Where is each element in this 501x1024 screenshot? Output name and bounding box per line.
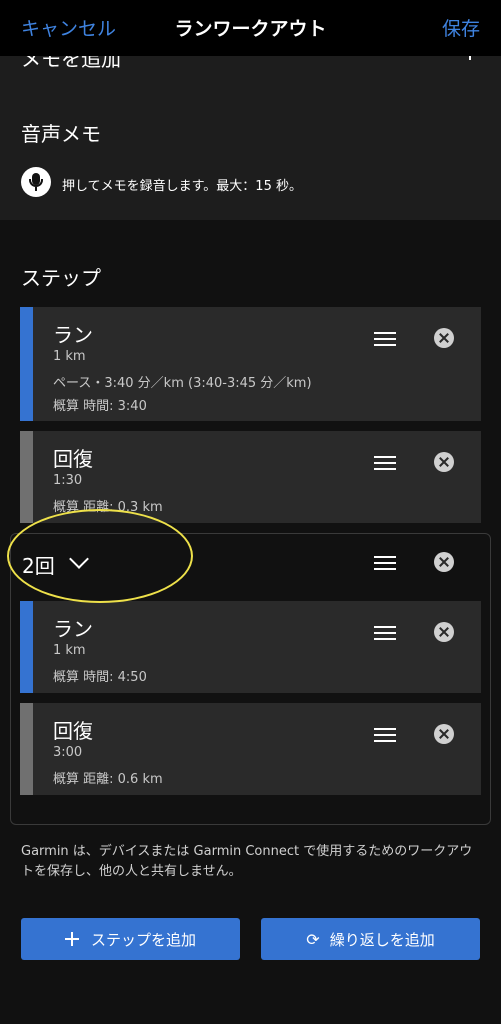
step-estimate: 概算 距離: 0.3 km (53, 500, 163, 515)
step-estimate: 概算 時間: 4:50 (53, 670, 147, 685)
add-step-button[interactable]: ステップを追加 (21, 918, 240, 960)
step-name: 回復 (53, 447, 93, 471)
remove-step-icon[interactable] (434, 328, 454, 348)
step-color-bar (20, 601, 33, 693)
step-estimate: 概算 距離: 0.6 km (53, 772, 163, 787)
save-button[interactable]: 保存 (442, 14, 480, 41)
step-color-bar (20, 307, 33, 421)
plus-icon (64, 932, 79, 946)
repeat-count-label[interactable]: 2回 (22, 550, 55, 579)
repeat-step-card-recovery[interactable]: 回復 3:00 概算 距離: 0.6 km (20, 703, 481, 795)
repeat-drag-handle-icon[interactable] (374, 556, 396, 570)
step-name: 回復 (53, 719, 93, 743)
step-pace: ペース・3:40 分／km (3:40-3:45 分／km) (53, 376, 312, 391)
drag-handle-icon[interactable] (374, 626, 396, 640)
drag-handle-icon[interactable] (374, 728, 396, 742)
add-memo-plus-icon[interactable] (459, 56, 481, 72)
add-repeat-button[interactable]: ⟳ 繰り返しを追加 (261, 918, 480, 960)
step-color-bar (20, 431, 33, 523)
privacy-disclaimer: Garmin は、デバイスまたは Garmin Connect で使用するための… (21, 844, 473, 879)
memo-section: メモを追加 音声メモ 押してメモを録音します。最大：15 秒。 (0, 56, 501, 220)
remove-step-icon[interactable] (434, 452, 454, 472)
step-estimate: 概算 時間: 3:40 (53, 399, 147, 414)
drag-handle-icon[interactable] (374, 332, 396, 346)
step-target: 1:30 (53, 473, 83, 488)
repeat-step-card-run[interactable]: ラン 1 km 概算 時間: 4:50 (20, 601, 481, 693)
step-target: 1 km (53, 349, 86, 364)
remove-step-icon[interactable] (434, 724, 454, 744)
step-target: 1 km (53, 643, 86, 658)
step-color-bar (20, 703, 33, 795)
drag-handle-icon[interactable] (374, 456, 396, 470)
step-name: ラン (53, 617, 93, 641)
repeat-icon: ⟳ (306, 929, 320, 949)
add-memo-label[interactable]: メモを追加 (21, 56, 121, 72)
microphone-icon[interactable] (21, 167, 51, 197)
voice-memo-title: 音声メモ (21, 122, 101, 146)
page-title: ランワークアウト (174, 18, 327, 40)
add-step-label: ステップを追加 (90, 930, 196, 949)
step-name: ラン (53, 323, 93, 347)
voice-memo-hint: 押してメモを録音します。最大：15 秒。 (62, 179, 302, 194)
remove-repeat-icon[interactable] (434, 552, 454, 572)
steps-heading: ステップ (21, 266, 101, 290)
step-target: 3:00 (53, 745, 83, 760)
step-card-run[interactable]: ラン 1 km ペース・3:40 分／km (3:40-3:45 分／km) 概… (20, 307, 481, 421)
remove-step-icon[interactable] (434, 622, 454, 642)
top-bar: キャンセル ランワークアウト 保存 (0, 0, 501, 56)
add-repeat-label: 繰り返しを追加 (329, 930, 435, 949)
step-card-recovery[interactable]: 回復 1:30 概算 距離: 0.3 km (20, 431, 481, 523)
